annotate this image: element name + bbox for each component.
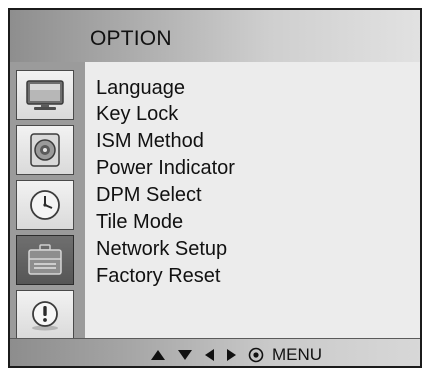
clock-icon xyxy=(30,190,60,220)
menu-item-key-lock[interactable]: Key Lock xyxy=(96,102,178,126)
sidebar-item-info[interactable] xyxy=(16,290,74,340)
sidebar-item-audio[interactable] xyxy=(16,125,74,175)
footer-nav-bar: MENU xyxy=(10,338,420,366)
title-bar: OPTION xyxy=(10,10,420,62)
audio-icon xyxy=(30,133,60,167)
menu-item-factory-reset[interactable]: Factory Reset xyxy=(96,264,220,288)
osd-menu: OPTION Language Key Lock ISM Method Powe… xyxy=(8,8,422,368)
down-arrow-icon xyxy=(177,349,193,361)
sidebar-item-picture[interactable] xyxy=(16,70,74,120)
monitor-icon xyxy=(26,80,64,110)
select-circle-icon xyxy=(248,347,264,363)
menu-item-dpm-select[interactable]: DPM Select xyxy=(96,183,202,207)
menu-item-language[interactable]: Language xyxy=(96,76,185,100)
up-arrow-icon xyxy=(150,349,166,361)
sidebar-item-time[interactable] xyxy=(16,180,74,230)
option-icon xyxy=(28,244,62,275)
menu-list: Language Key Lock ISM Method Power Indic… xyxy=(85,62,420,338)
nav-hints: MENU xyxy=(150,345,322,365)
menu-item-network-setup[interactable]: Network Setup xyxy=(96,237,227,261)
menu-item-ism-method[interactable]: ISM Method xyxy=(96,129,204,153)
right-arrow-icon xyxy=(226,348,237,362)
left-arrow-icon xyxy=(204,348,215,362)
page-title: OPTION xyxy=(90,27,172,50)
menu-label: MENU xyxy=(272,345,323,364)
sidebar xyxy=(10,62,85,340)
menu-item-power-indicator[interactable]: Power Indicator xyxy=(96,156,235,180)
menu-item-tile-mode[interactable]: Tile Mode xyxy=(96,210,183,234)
sidebar-item-option[interactable] xyxy=(16,235,74,285)
warning-icon xyxy=(32,301,58,331)
